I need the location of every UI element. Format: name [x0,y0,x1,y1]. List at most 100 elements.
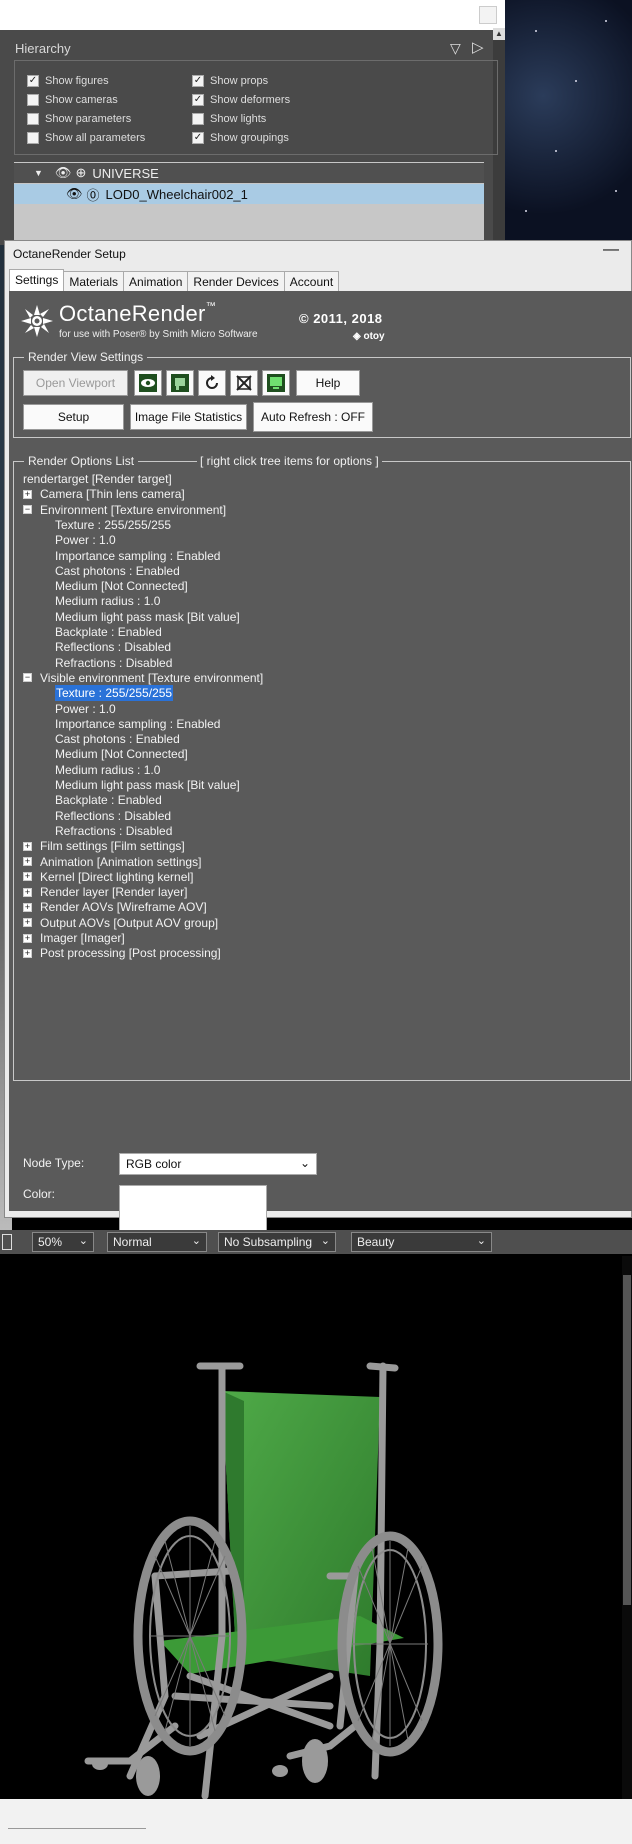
tree-leaf[interactable]: Reflections : Disabled [55,808,171,824]
checkbox-icon[interactable] [27,94,39,106]
tree-node[interactable]: + Film settings [Film settings] [23,838,185,854]
tree-item-label: Backplate : Enabled [55,793,162,808]
option-show-lights[interactable]: Show lights [192,113,266,125]
tree-leaf[interactable]: Medium light pass mask [Bit value] [55,777,240,793]
monitor-icon[interactable] [262,370,290,396]
checkbox-icon[interactable]: ✓ [192,75,204,87]
tree-node[interactable]: + Kernel [Direct lighting kernel] [23,869,193,885]
option-show-figures[interactable]: ✓ Show figures [27,75,109,87]
expand-icon[interactable]: + [23,902,32,912]
camera-icon[interactable] [166,370,194,396]
tree-leaf[interactable]: Importance sampling : Enabled [55,548,220,564]
option-show-cameras[interactable]: Show cameras [27,94,118,106]
tree-node[interactable]: + Render layer [Render layer] [23,884,187,900]
eye-icon[interactable]: 👁 [66,186,83,202]
render-pass-select[interactable]: Beauty ⌄ [351,1232,492,1252]
tree-item-label: Render layer [Render layer] [40,885,188,900]
zoom-select[interactable]: 50% ⌄ [32,1232,94,1252]
close-icon[interactable] [479,6,497,24]
tree-leaf[interactable]: Backplate : Enabled [55,624,162,640]
auto-refresh-button[interactable]: Auto Refresh : OFF [253,402,373,432]
tree-leaf[interactable]: Refractions : Disabled [55,823,172,839]
expand-icon[interactable]: + [23,872,32,882]
expand-icon[interactable]: + [23,948,32,958]
expand-icon[interactable]: + [23,489,32,499]
expand-icon[interactable]: + [23,887,32,897]
render-viewport[interactable] [0,1256,622,1800]
tab-animation[interactable]: Animation [123,271,189,291]
tree-leaf[interactable]: Importance sampling : Enabled [55,716,220,732]
expand-icon[interactable]: + [23,933,32,943]
play-icon[interactable]: ▷ [472,38,484,56]
tree-leaf[interactable]: Backplate : Enabled [55,792,162,808]
render-scrollbar-thumb[interactable] [623,1275,631,1605]
tree-leaf[interactable]: Medium [Not Connected] [55,578,188,594]
display-mode-select[interactable]: Normal ⌄ [107,1232,207,1252]
option-show-parameters[interactable]: Show parameters [27,113,131,125]
tree-leaf[interactable]: Power : 1.0 [55,701,116,717]
menu-grip-icon[interactable] [2,1234,12,1250]
tab-materials[interactable]: Materials [63,271,125,291]
refresh-icon[interactable] [198,370,226,396]
tree-node[interactable]: + Imager [Imager] [23,930,125,946]
setup-button[interactable]: Setup [23,404,124,430]
tab-render-devices[interactable]: Render Devices [187,271,285,291]
tree-leaf[interactable]: Power : 1.0 [55,532,116,548]
scroll-up-icon[interactable]: ▲ [493,28,505,40]
checkbox-icon[interactable] [27,113,39,125]
color-label: Color: [23,1187,56,1201]
subsampling-select[interactable]: No Subsampling ⌄ [218,1232,336,1252]
checkbox-icon[interactable]: ✓ [27,75,39,87]
tree-leaf[interactable]: Medium radius : 1.0 [55,593,160,609]
tree-leaf[interactable]: Texture : 255/255/255 [55,685,174,702]
tree-node[interactable]: + Output AOVs [Output AOV group] [23,915,218,931]
minimize-icon[interactable]: — [603,241,619,259]
image-file-statistics-button[interactable]: Image File Statistics [130,404,247,430]
eye-icon[interactable]: 👁 [55,165,72,181]
checkbox-icon[interactable] [192,113,204,125]
tab-settings[interactable]: Settings [9,269,65,291]
expand-icon[interactable]: + [23,841,32,851]
tree-item-label: Medium radius : 1.0 [55,762,161,777]
tree-leaf[interactable]: Texture : 255/255/255 [55,517,171,533]
tree-node[interactable]: + Camera [Thin lens camera] [23,486,185,502]
tree-item-wheelchair[interactable]: 👁 ⓪ LOD0_Wheelchair002_1 [14,184,484,204]
tree-node[interactable]: + Post processing [Post processing] [23,945,221,961]
tree-node[interactable]: + Render AOVs [Wireframe AOV] [23,899,207,915]
tree-leaf[interactable]: Medium radius : 1.0 [55,762,160,778]
tree-item-label: Medium light pass mask [Bit value] [55,778,240,792]
checkbox-icon[interactable]: ✓ [192,132,204,144]
collapse-arrow-icon[interactable]: ▼ [34,168,43,178]
window-title: OctaneRender Setup [13,247,126,261]
expand-icon[interactable]: + [23,918,32,928]
filter-icon[interactable]: ▽ [450,40,461,57]
option-show-props[interactable]: ✓ Show props [192,75,268,87]
tree-node[interactable]: − Environment [Texture environment] [23,502,226,518]
tab-account[interactable]: Account [283,271,340,291]
tree-leaf[interactable]: Cast photons : Enabled [55,563,180,579]
tree-leaf[interactable]: Medium light pass mask [Bit value] [55,609,240,625]
tree-leaf[interactable]: Reflections : Disabled [55,639,171,655]
node-type-select[interactable]: RGB color ⌄ [119,1153,317,1175]
color-swatch[interactable] [119,1185,267,1233]
help-button[interactable]: Help [296,370,360,396]
tree-node[interactable]: + Animation [Animation settings] [23,854,201,870]
collapse-icon[interactable]: − [23,673,32,683]
pause-render-icon[interactable] [230,370,258,396]
tree-leaf[interactable]: Refractions : Disabled [55,655,172,671]
option-show-groupings[interactable]: ✓ Show groupings [192,132,289,144]
option-show-deformers[interactable]: ✓ Show deformers [192,94,290,106]
tree-leaf[interactable]: Cast photons : Enabled [55,731,180,747]
checkbox-icon[interactable] [27,132,39,144]
horizontal-scrollbar[interactable] [8,1828,146,1829]
checkbox-icon[interactable]: ✓ [192,94,204,106]
option-show-all-parameters[interactable]: Show all parameters [27,132,145,144]
eye-view-icon[interactable] [134,370,162,396]
tree-leaf[interactable]: Medium [Not Connected] [55,746,188,762]
collapse-icon[interactable]: − [23,505,32,515]
tree-node[interactable]: − Visible environment [Texture environmen… [23,670,263,686]
tree-item-universe[interactable]: ▼ 👁 ⊕ UNIVERSE [14,163,484,183]
tree-root[interactable]: rendertarget [Render target] [23,471,172,487]
open-viewport-button[interactable]: Open Viewport [23,370,128,396]
expand-icon[interactable]: + [23,857,32,866]
